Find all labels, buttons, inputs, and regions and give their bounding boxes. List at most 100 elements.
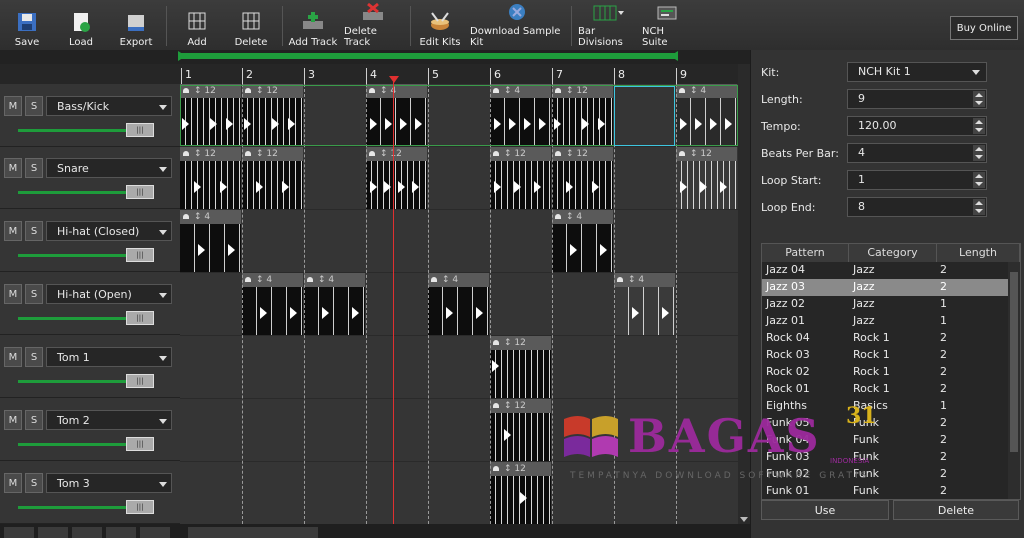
table-row[interactable]: Rock 02 Rock 1 2 <box>762 364 1008 381</box>
table-row[interactable]: Rock 04 Rock 1 2 <box>762 330 1008 347</box>
edit-kits-button[interactable]: Edit Kits <box>418 2 462 48</box>
save-button[interactable]: Save <box>8 2 46 48</box>
volume-slider-handle[interactable]: ||| <box>126 185 154 199</box>
bottom-control[interactable] <box>38 527 68 538</box>
pattern-block[interactable]: ↕ 12 <box>490 399 551 461</box>
pattern-block[interactable]: ↕ 4 <box>614 273 675 335</box>
column-header-category[interactable]: Category <box>849 244 937 262</box>
solo-button[interactable]: S <box>25 221 43 241</box>
pattern-block[interactable]: ↕ 4 <box>180 210 241 272</box>
bottom-control[interactable] <box>140 527 170 538</box>
solo-button[interactable]: S <box>25 158 43 178</box>
solo-button[interactable]: S <box>25 410 43 430</box>
table-scrollbar[interactable] <box>1008 262 1020 499</box>
spinner-icon[interactable] <box>973 199 985 215</box>
spinner-icon[interactable] <box>973 172 985 188</box>
bar-divisions-button[interactable]: Bar Divisions <box>578 2 638 48</box>
volume-slider-handle[interactable]: ||| <box>126 500 154 514</box>
nch-suite-button[interactable]: NCH Suite <box>642 2 692 48</box>
volume-slider-handle[interactable]: ||| <box>126 123 154 137</box>
track-instrument-select[interactable]: Hi-hat (Open) <box>46 284 172 304</box>
bottom-control[interactable] <box>4 527 34 538</box>
solo-button[interactable]: S <box>25 347 43 367</box>
bar-gridline <box>304 84 305 524</box>
pattern-block[interactable]: ↕ 12 <box>490 462 551 524</box>
solo-button[interactable]: S <box>25 284 43 304</box>
pattern-block[interactable]: ↕ 4 <box>242 273 303 335</box>
pattern-block[interactable]: ↕ 12 <box>552 147 613 209</box>
cloud-icon <box>555 151 561 156</box>
beats-per-bar-input[interactable]: 4 <box>847 143 987 163</box>
delete-pattern-button[interactable]: Delete <box>893 500 1019 520</box>
solo-button[interactable]: S <box>25 473 43 493</box>
column-header-pattern[interactable]: Pattern <box>762 244 849 262</box>
bottom-control[interactable] <box>72 527 102 538</box>
spinner-icon[interactable] <box>973 91 985 107</box>
table-scrollbar-thumb[interactable] <box>1010 272 1018 452</box>
add-button[interactable]: Add <box>178 2 216 48</box>
pattern-block[interactable]: ↕ 12 <box>242 147 303 209</box>
loop-end-input[interactable]: 8 <box>847 197 987 217</box>
track-instrument-select[interactable]: Bass/Kick <box>46 96 172 116</box>
volume-slider-handle[interactable]: ||| <box>126 437 154 451</box>
table-row[interactable]: Jazz 04 Jazz 2 <box>762 262 1008 279</box>
loop-range-fill[interactable] <box>181 53 675 59</box>
length-input[interactable]: 9 <box>847 89 987 109</box>
length-cell: 1 <box>940 297 947 310</box>
delete-button[interactable]: Delete <box>232 2 270 48</box>
add-track-button[interactable]: Add Track <box>288 2 338 48</box>
table-row[interactable]: Jazz 02 Jazz 1 <box>762 296 1008 313</box>
solo-button[interactable]: S <box>25 96 43 116</box>
delete-track-button[interactable]: Delete Track <box>344 2 402 48</box>
cloud-icon <box>493 466 499 471</box>
pattern-block[interactable]: ↕ 4 <box>552 210 613 272</box>
volume-slider-handle[interactable]: ||| <box>126 248 154 262</box>
mute-button[interactable]: M <box>4 284 22 304</box>
scroll-down-icon[interactable] <box>740 517 748 522</box>
pattern-block[interactable]: ↕ 12 <box>676 147 737 209</box>
mute-button[interactable]: M <box>4 473 22 493</box>
loop-range-bar[interactable] <box>0 50 750 64</box>
table-row[interactable]: Jazz 01 Jazz 1 <box>762 313 1008 330</box>
table-row[interactable]: Rock 03 Rock 1 2 <box>762 347 1008 364</box>
length-cell: 2 <box>940 280 947 293</box>
playhead-marker-icon[interactable] <box>389 76 399 83</box>
track-instrument-select[interactable]: Snare <box>46 158 172 178</box>
track-instrument-select[interactable]: Tom 3 <box>46 473 172 493</box>
pattern-block[interactable]: ↕ 12 <box>366 147 427 209</box>
loop-start-marker-icon[interactable] <box>178 51 186 61</box>
bottom-control[interactable] <box>106 527 136 538</box>
pattern-block[interactable]: ↕ 4 <box>304 273 365 335</box>
pattern-block[interactable]: ↕ 12 <box>490 147 551 209</box>
track-instrument-select[interactable]: Tom 2 <box>46 410 172 430</box>
volume-slider-handle[interactable]: ||| <box>126 311 154 325</box>
table-row[interactable]: Jazz 03 Jazz 2 <box>762 279 1008 296</box>
table-row[interactable]: Rock 01 Rock 1 2 <box>762 381 1008 398</box>
pattern-block[interactable]: ↕ 12 <box>490 336 551 398</box>
mute-button[interactable]: M <box>4 347 22 367</box>
column-header-length[interactable]: Length <box>937 244 1020 262</box>
spinner-icon[interactable] <box>973 118 985 134</box>
mute-button[interactable]: M <box>4 410 22 430</box>
volume-slider-handle[interactable]: ||| <box>126 374 154 388</box>
mute-button[interactable]: M <box>4 221 22 241</box>
spinner-icon[interactable] <box>973 145 985 161</box>
kit-select[interactable]: NCH Kit 1 <box>847 62 987 82</box>
mute-button[interactable]: M <box>4 158 22 178</box>
pattern-block[interactable]: ↕ 12 <box>180 147 241 209</box>
buy-online-button[interactable]: Buy Online <box>950 16 1018 40</box>
tempo-input[interactable]: 120.00 <box>847 116 987 136</box>
download-sample-kit-button[interactable]: Download Sample Kit <box>470 2 564 48</box>
track-instrument-select[interactable]: Tom 1 <box>46 347 172 367</box>
loop-start-input[interactable]: 1 <box>847 170 987 190</box>
export-button[interactable]: Export <box>116 2 156 48</box>
use-button[interactable]: Use <box>761 500 889 520</box>
selected-cell[interactable] <box>614 86 675 146</box>
horizontal-scrollbar[interactable] <box>188 527 318 538</box>
pattern-block[interactable]: ↕ 4 <box>428 273 489 335</box>
load-button[interactable]: Load <box>62 2 100 48</box>
bar-ruler[interactable]: 1 2 3 4 5 6 7 8 9 <box>0 64 750 84</box>
loop-end-marker-icon[interactable] <box>670 51 678 61</box>
mute-button[interactable]: M <box>4 96 22 116</box>
track-instrument-select[interactable]: Hi-hat (Closed) <box>46 221 172 241</box>
